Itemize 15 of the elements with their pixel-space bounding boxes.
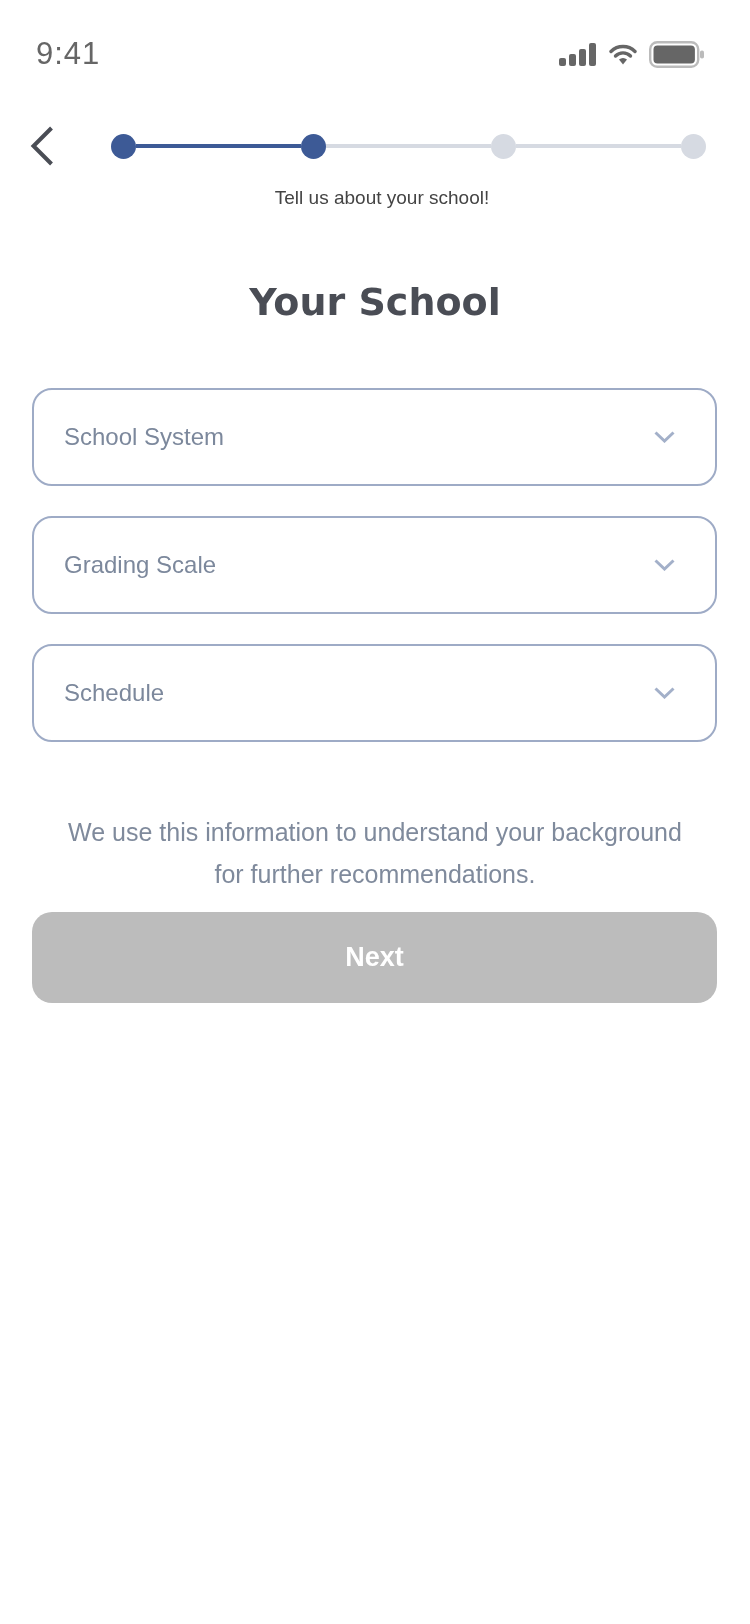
page-title: Your School xyxy=(249,279,501,326)
dropdown-field[interactable]: Schedule xyxy=(32,644,717,742)
wifi-icon xyxy=(609,43,637,65)
dropdown-field[interactable]: Grading Scale xyxy=(32,516,717,614)
chevron-down-icon xyxy=(654,559,675,571)
signal-icon xyxy=(559,42,597,66)
chevron-down-icon xyxy=(654,687,675,699)
dropdown-field[interactable]: School System xyxy=(32,388,717,486)
chevron-left-icon xyxy=(30,126,54,166)
chevron-down-icon xyxy=(654,431,675,443)
battery-icon xyxy=(649,40,704,68)
step-caption: Tell us about your school! xyxy=(273,186,491,210)
back-button[interactable] xyxy=(30,126,54,166)
info-text: We use this information to understand your background for further recommendations. xyxy=(67,817,683,890)
status-time: 9:41 xyxy=(36,36,101,72)
